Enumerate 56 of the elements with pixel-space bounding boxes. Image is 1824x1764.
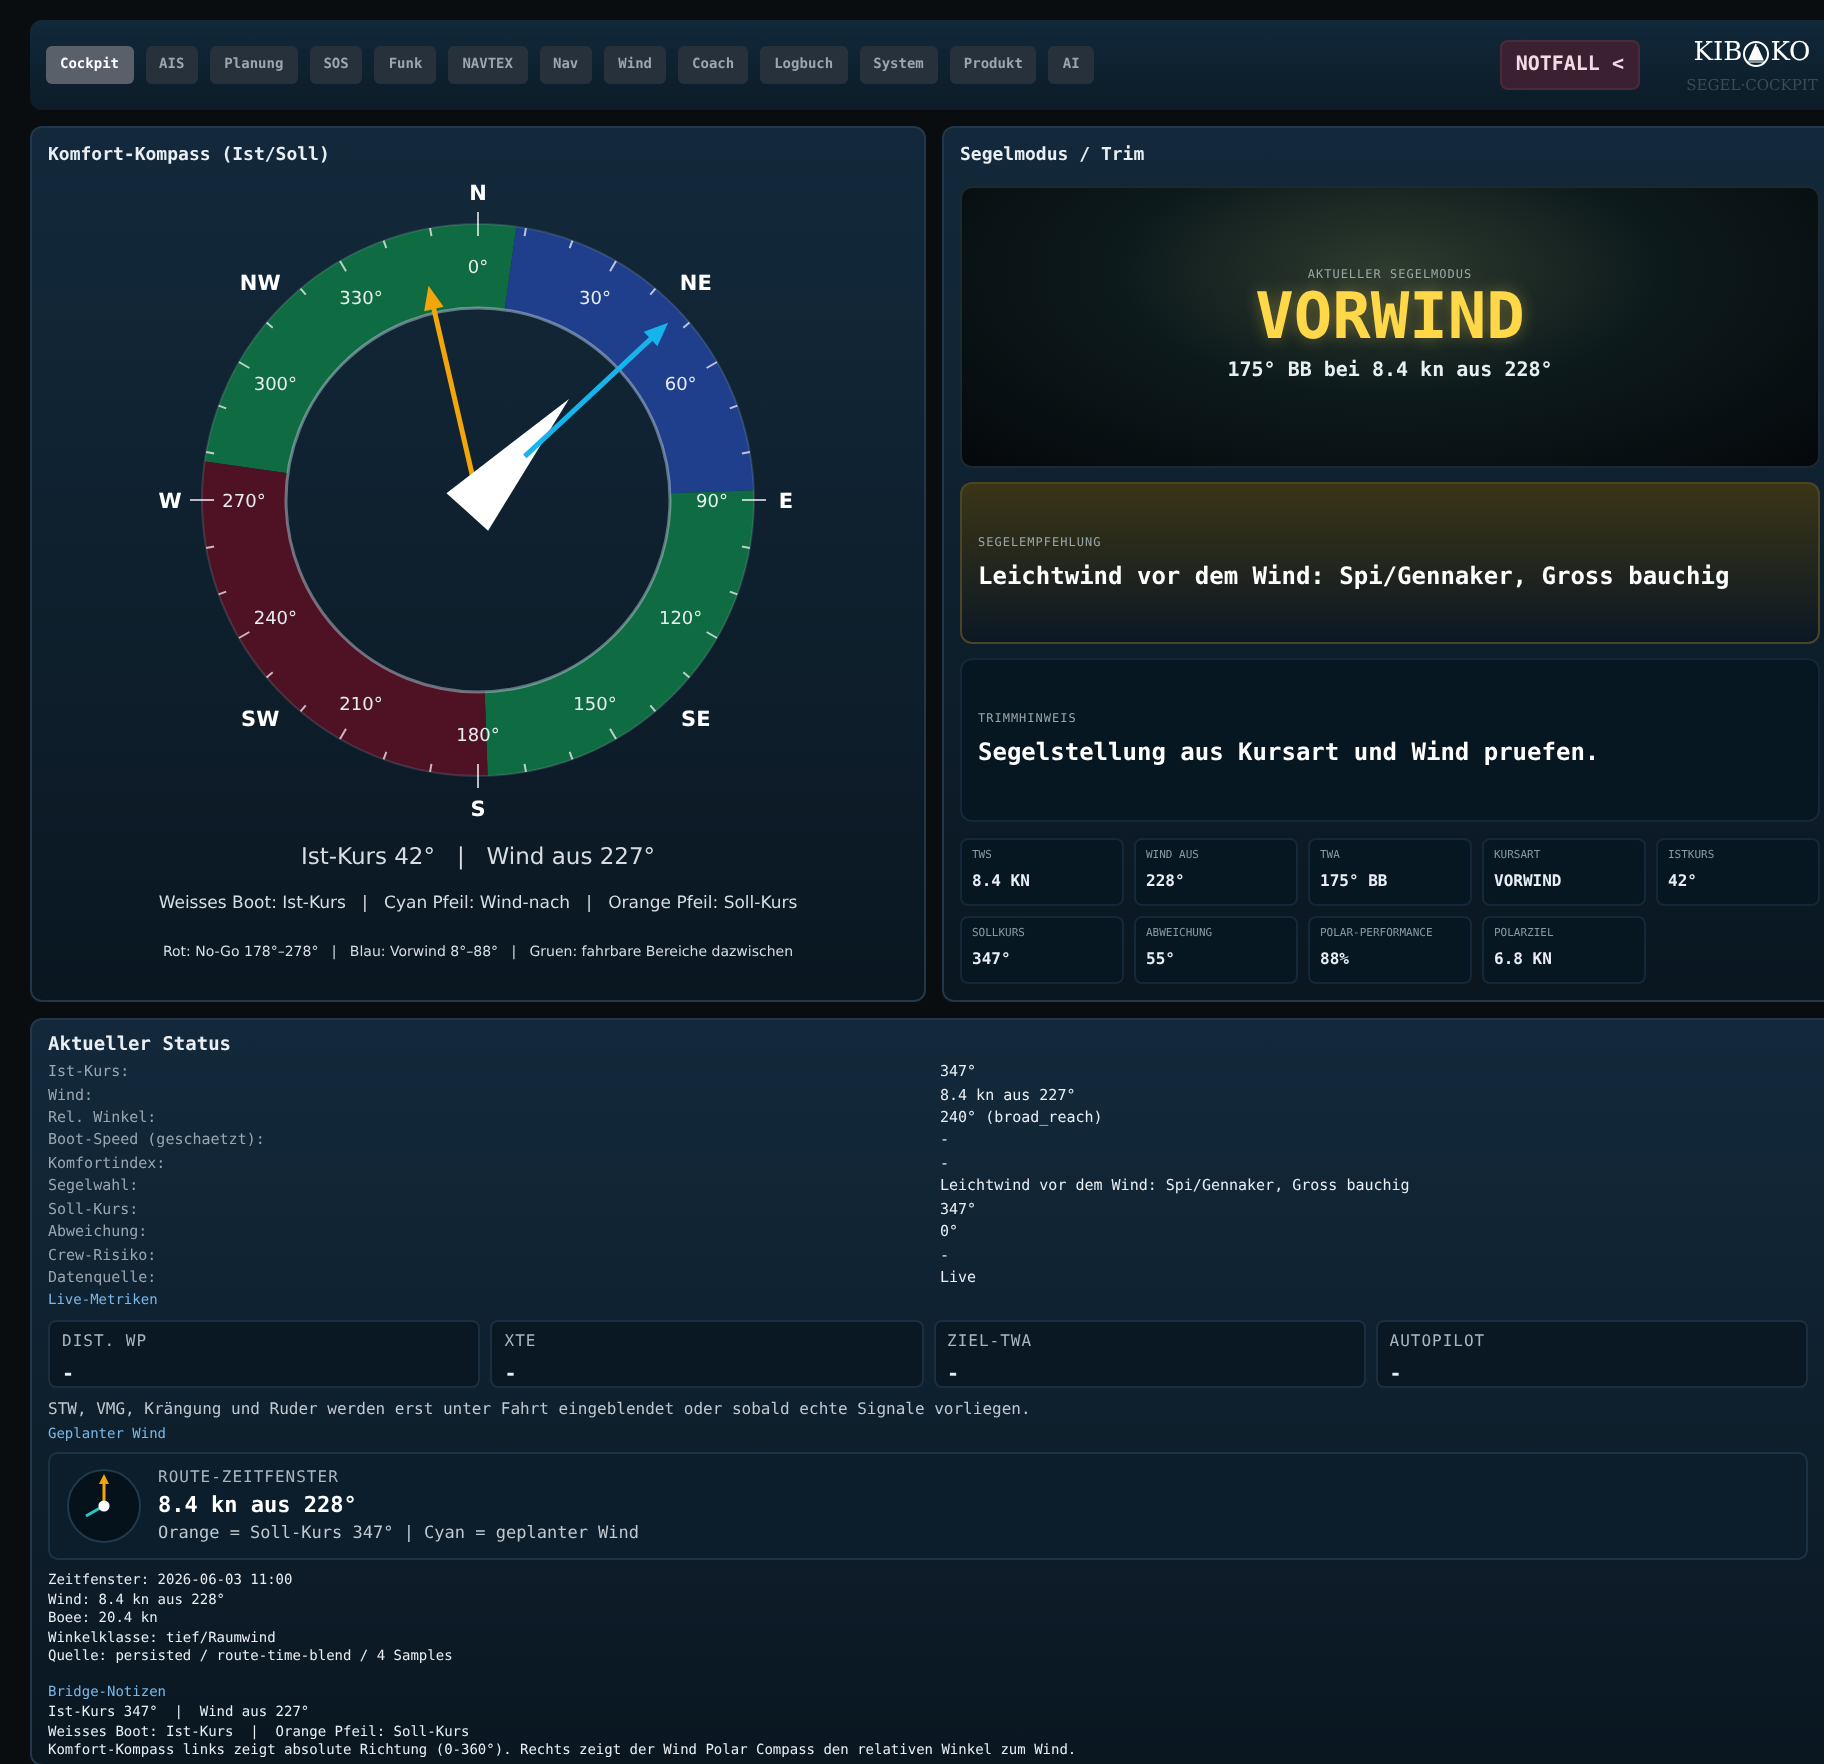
degree-label: 180°	[456, 726, 500, 746]
cardinal-label: E	[778, 489, 794, 513]
metric-label: ZIEL-TWA	[947, 1330, 1035, 1355]
cardinal-label: NE	[679, 271, 712, 296]
degree-label: 0°	[467, 258, 489, 278]
mode-detail: 175° BB bei 8.4 kn aus 228°	[1227, 357, 1553, 387]
compass-legend: Weisses Boot: Ist-Kurs | Cyan Pfeil: Wind-nach | Orange Pfeil: Soll-Kurs	[158, 891, 798, 917]
degree-label: 210°	[339, 694, 383, 715]
logo-text: KO	[1770, 36, 1811, 73]
metric-value: 8.4 KN	[972, 870, 1032, 895]
cardinal-label: NW	[239, 271, 281, 296]
metric-value: -	[1389, 1362, 1404, 1391]
metric-value: 6.8 KN	[1494, 948, 1554, 973]
cardinal-label: SE	[681, 706, 711, 731]
sailboat-icon	[1742, 39, 1771, 68]
degree-label: 60°	[664, 375, 697, 395]
degree-label: 300°	[253, 375, 298, 395]
metric-value: 175° BB	[1320, 870, 1390, 895]
metric-value: 228°	[1146, 870, 1187, 895]
degree-label: 240°	[253, 609, 298, 629]
emergency-button[interactable]: NOTFALL <	[1499, 40, 1640, 90]
metric-value: 88%	[1320, 948, 1351, 973]
route-wind: 8.4 kn aus 228°	[158, 1489, 359, 1522]
degree-label: 30°	[579, 289, 611, 310]
metric-value: -	[947, 1362, 962, 1391]
metric-value: -	[62, 1362, 77, 1391]
metric-label: XTE	[504, 1330, 539, 1355]
metric-value: 347°	[972, 948, 1013, 973]
mode-value: VORWIND	[1255, 283, 1525, 351]
degree-label: 90°	[696, 492, 728, 512]
compass-summary: Ist-Kurs 42° | Wind aus 227°	[300, 839, 656, 874]
metric-label: AUTOPILOT	[1389, 1330, 1488, 1355]
panel-title: Komfort-Kompass (Ist/Soll)	[48, 144, 330, 170]
info-note: STW, VMG, Krängung und Ruder werden erst unter Fahrt eingeblendet oder sobald echte Signale vorliegen.	[48, 1398, 1033, 1423]
recommendation-text: Leichtwind vor dem Wind: Spi/Gennaker, Gross bauchig	[978, 559, 1732, 594]
degree-label: 150°	[573, 694, 617, 715]
boat-marker	[446, 397, 569, 530]
route-note: Orange = Soll-Kurs 347° | Cyan = geplanter Wind	[158, 1522, 640, 1548]
logo-text: KIB	[1693, 36, 1743, 73]
metric-value: -	[504, 1362, 519, 1391]
metric-label: DIST. WP	[62, 1330, 150, 1355]
panel-title: Aktueller Status	[48, 1032, 234, 1060]
trim-text: Segelstellung aus Kursart und Wind pruefen.	[978, 736, 1602, 771]
card-label: ROUTE-ZEITFENSTER	[158, 1465, 341, 1490]
degree-label: 330°	[339, 289, 383, 310]
metric-value: 55°	[1146, 948, 1177, 973]
degree-label: 120°	[658, 609, 703, 629]
metric-value: VORWIND	[1494, 870, 1564, 895]
wind-compass-icon	[66, 1468, 142, 1545]
metric-value: 42°	[1668, 870, 1699, 895]
panel-title: Segelmodus / Trim	[960, 144, 1145, 170]
cardinal-label: SW	[241, 706, 280, 731]
cardinal-label: S	[470, 797, 486, 821]
cardinal-label: N	[469, 181, 487, 205]
degree-label: 270°	[222, 492, 266, 512]
cardinal-label: W	[158, 489, 182, 513]
